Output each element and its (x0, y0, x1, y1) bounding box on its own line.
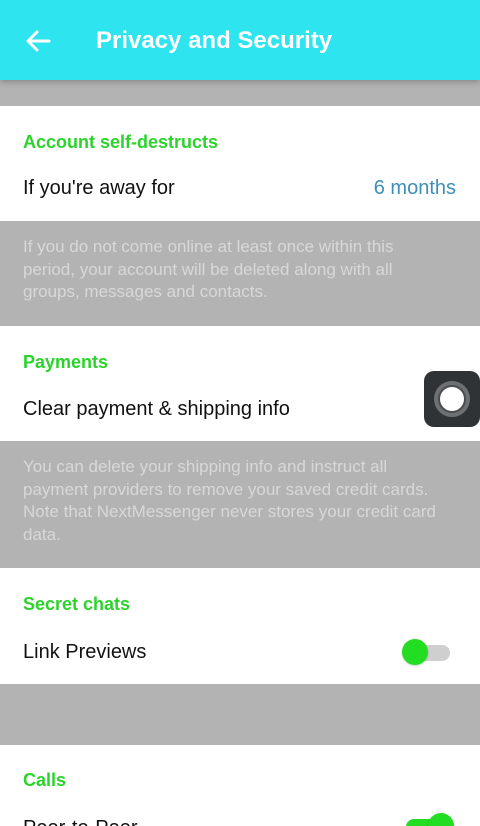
app-bar: Privacy and Security (0, 0, 480, 80)
back-button[interactable] (18, 24, 58, 58)
calls-section: Calls Peer-to-Peer (0, 745, 480, 826)
link-previews-row[interactable]: Link Previews (0, 626, 480, 684)
section-title-account-self-destruct: Account self-destructs (23, 132, 219, 152)
assistive-touch-core (440, 387, 464, 411)
peer-to-peer-toggle[interactable] (400, 813, 454, 826)
section-divider (0, 80, 480, 106)
toggle-knob (428, 813, 454, 826)
link-previews-label: Link Previews (23, 641, 147, 663)
link-previews-toggle[interactable] (400, 639, 454, 665)
peer-to-peer-label: Peer-to-Peer (23, 817, 138, 826)
secret-chats-divider (0, 684, 480, 745)
clear-payment-row[interactable]: Clear payment & shipping info (0, 384, 480, 441)
assistive-touch-button[interactable] (424, 371, 480, 427)
section-title-secret-chats: Secret chats (23, 594, 131, 614)
away-period-label: If you're away for (23, 177, 175, 199)
away-period-value: 6 months (373, 177, 456, 199)
secret-chats-section: Secret chats Link Previews (0, 568, 480, 684)
payments-info-text: You can delete your shipping info and in… (23, 457, 436, 544)
away-period-row[interactable]: If you're away for 6 months (0, 164, 480, 221)
toggle-knob (402, 639, 428, 665)
privacy-security-screen: Privacy and Security Account self-destru… (0, 0, 480, 826)
account-self-destruct-info: If you do not come online at least once … (0, 221, 480, 326)
account-self-destruct-info-text: If you do not come online at least once … (23, 237, 394, 301)
payments-info: You can delete your shipping info and in… (0, 441, 480, 568)
page-title: Privacy and Security (96, 27, 333, 54)
section-title-payments: Payments (23, 352, 109, 372)
arrow-left-icon (26, 30, 51, 52)
assistive-touch-icon (434, 381, 470, 417)
peer-to-peer-row[interactable]: Peer-to-Peer (0, 803, 480, 826)
payments-section: Payments Clear payment & shipping info (0, 326, 480, 441)
clear-payment-label: Clear payment & shipping info (23, 398, 290, 420)
section-title-calls: Calls (23, 770, 67, 790)
account-self-destruct-section: Account self-destructs If you're away fo… (0, 106, 480, 221)
